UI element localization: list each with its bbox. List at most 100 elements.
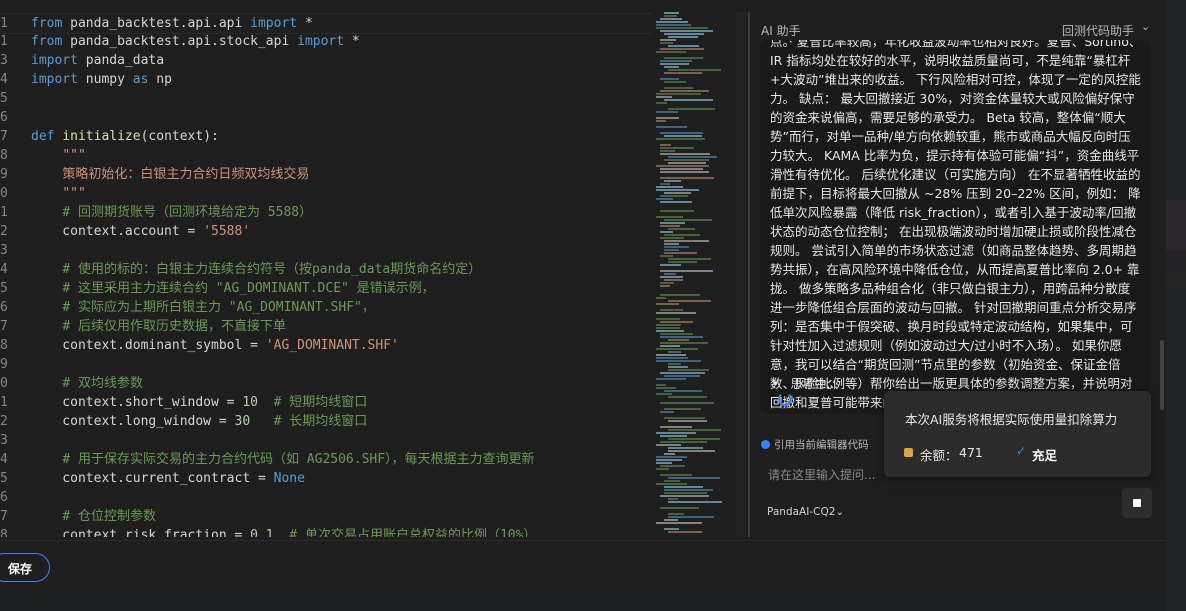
minimap-line bbox=[656, 378, 686, 380]
editor-scrollbar[interactable] bbox=[736, 12, 746, 537]
minimap-line bbox=[660, 441, 707, 443]
code-text: context.long_window = 30 # 长期均线窗口 bbox=[31, 414, 368, 429]
code-line[interactable]: 6 # 实际应为上期所白银主力 "AG_DOMINANT.SHF"， bbox=[0, 298, 652, 317]
code-line[interactable]: 3 bbox=[0, 241, 652, 260]
assistant-mode-select[interactable]: 回测代码助手 bbox=[1062, 22, 1134, 39]
code-line[interactable]: 4 # 用于保存实际交易的主力合约代码（如 AG2506.SHF），每天根据主力… bbox=[0, 450, 652, 469]
code-text: """ bbox=[62, 148, 86, 163]
minimap-line bbox=[660, 39, 676, 41]
line-number: 3 bbox=[0, 433, 8, 448]
minimap-line bbox=[664, 375, 700, 377]
code-editor[interactable]: 1 from panda_backtest.api.api import * 1 fr… bbox=[0, 12, 652, 537]
minimap-line bbox=[668, 498, 678, 500]
code-line[interactable]: 0 """ bbox=[0, 184, 652, 203]
minimap-line bbox=[660, 183, 670, 185]
code-line[interactable]: 0 # 双均线参数 bbox=[0, 374, 652, 393]
minimap-line bbox=[656, 198, 673, 200]
minimap-line bbox=[656, 93, 701, 95]
code-line[interactable]: 5 context.current_contract = None bbox=[0, 469, 652, 488]
toggle-dot-icon bbox=[761, 440, 770, 449]
code-text: # 回测期货账号（回测环境给定为 5588） bbox=[62, 205, 313, 220]
code-line[interactable]: 7 # 仓位控制参数 bbox=[0, 507, 652, 526]
code-line[interactable]: 6 bbox=[0, 488, 652, 507]
minimap-line bbox=[664, 240, 709, 242]
line-number: 5 bbox=[0, 471, 8, 486]
minimap-line bbox=[656, 165, 709, 167]
minimap-line bbox=[664, 66, 679, 68]
model-select[interactable]: PandaAI-CQ2⌄ bbox=[767, 506, 844, 518]
minimap-line bbox=[656, 387, 676, 389]
code-line[interactable]: 4 # 使用的标的：白银主力连续合约符号（按panda_data期货命名约定） bbox=[0, 260, 652, 279]
code-line[interactable]: 2 context.long_window = 30 # 长期均线窗口 bbox=[0, 412, 652, 431]
line-number: 6 bbox=[0, 300, 8, 315]
minimap-line bbox=[664, 273, 676, 275]
minimap-line bbox=[664, 180, 681, 182]
editor-minimap[interactable] bbox=[654, 12, 734, 542]
minimap-line bbox=[660, 435, 687, 437]
code-line[interactable]: 1 context.short_window = 10 # 短期均线窗口 bbox=[0, 393, 652, 412]
code-line[interactable]: 4 import numpy as np bbox=[0, 70, 652, 89]
minimap-line bbox=[668, 258, 711, 260]
minimap-line bbox=[668, 429, 721, 431]
code-line[interactable]: 7 # 后续仅用作取历史数据，不直接下单 bbox=[0, 317, 652, 336]
code-text: # 实际应为上期所白银主力 "AG_DOMINANT.SHF"， bbox=[62, 300, 375, 315]
minimap-line bbox=[660, 465, 685, 467]
code-line[interactable]: 5 bbox=[0, 89, 652, 108]
code-line[interactable]: 8 context.risk_fraction = 0.1 # 单次交易占用账户… bbox=[0, 526, 652, 537]
minimap-line bbox=[660, 222, 685, 224]
minimap-line bbox=[656, 117, 679, 119]
code-text: # 用于保存实际交易的主力合约代码（如 AG2506.SHF），每天根据主力查询… bbox=[62, 452, 535, 467]
code-line[interactable]: 6 bbox=[0, 108, 652, 127]
chat-message-area[interactable]: 点。· 夏普比率较高，年化收益波动率也相对良好。夏普、Sortino、IR 指标… bbox=[760, 40, 1150, 414]
code-line[interactable]: 1 from panda_backtest.api.stock_api impor… bbox=[0, 32, 652, 51]
line-number: 5 bbox=[0, 281, 8, 296]
code-line[interactable]: 3 bbox=[0, 431, 652, 450]
chat-scrollbar[interactable] bbox=[1160, 340, 1164, 410]
minimap-line bbox=[656, 27, 708, 29]
minimap-line bbox=[656, 393, 672, 395]
code-line[interactable]: 3 import panda_data bbox=[0, 51, 652, 70]
minimap-line bbox=[660, 90, 709, 92]
minimap-line bbox=[660, 282, 674, 284]
minimap-line bbox=[660, 285, 670, 287]
code-line[interactable]: 8 """ bbox=[0, 146, 652, 165]
code-line[interactable]: 9 策略初始化：白银主力合约日频双均线交易 bbox=[0, 165, 652, 184]
minimap-line bbox=[660, 321, 693, 323]
code-line[interactable]: 8 context.dominant_symbol = 'AG_DOMINANT… bbox=[0, 336, 652, 355]
minimap-line bbox=[660, 78, 679, 80]
code-text: import panda_data bbox=[31, 53, 165, 68]
cite-editor-code-toggle[interactable]: 引用当前编辑器代码 bbox=[761, 437, 869, 452]
minimap-line bbox=[664, 33, 704, 35]
minimap-line bbox=[660, 309, 683, 311]
minimap-line bbox=[664, 81, 686, 83]
assistant-message: 点。· 夏普比率较高，年化收益波动率也相对良好。夏普、Sortino、IR 指标… bbox=[770, 40, 1142, 410]
minimap-line bbox=[664, 480, 680, 482]
balance-label: 余额： bbox=[920, 448, 958, 463]
code-line[interactable]: 1 from panda_backtest.api.api import * bbox=[0, 13, 652, 34]
save-button[interactable]: 保存 bbox=[0, 553, 50, 582]
chevron-down-icon[interactable]: ⌄ bbox=[1141, 20, 1150, 33]
line-number: 7 bbox=[0, 509, 8, 524]
line-number: 9 bbox=[0, 167, 8, 182]
line-number: 7 bbox=[0, 129, 8, 144]
minimap-line bbox=[664, 453, 675, 455]
code-line[interactable]: 9 bbox=[0, 355, 652, 374]
stop-button[interactable] bbox=[1122, 488, 1152, 518]
code-text: # 双均线参数 bbox=[62, 376, 143, 391]
minimap-line bbox=[660, 231, 673, 233]
minimap-line bbox=[660, 474, 692, 476]
minimap-line bbox=[664, 486, 703, 488]
code-text: from panda_backtest.api.stock_api import… bbox=[31, 34, 360, 49]
minimap-line bbox=[668, 420, 707, 422]
minimap-line bbox=[668, 228, 695, 230]
minimap-line bbox=[660, 225, 680, 227]
minimap-line bbox=[664, 192, 691, 194]
minimap-line bbox=[664, 279, 683, 281]
code-line[interactable]: 7 def initialize(context): bbox=[0, 127, 652, 146]
code-line[interactable]: 5 # 这里采用主力连续合约 "AG_DOMINANT.DCE" 是错误示例， bbox=[0, 279, 652, 298]
minimap-line bbox=[656, 522, 702, 524]
line-number: 4 bbox=[0, 452, 8, 467]
code-line[interactable]: 1 # 回测期货账号（回测环境给定为 5588） bbox=[0, 203, 652, 222]
minimap-line bbox=[660, 276, 683, 278]
code-line[interactable]: 2 context.account = '5588' bbox=[0, 222, 652, 241]
